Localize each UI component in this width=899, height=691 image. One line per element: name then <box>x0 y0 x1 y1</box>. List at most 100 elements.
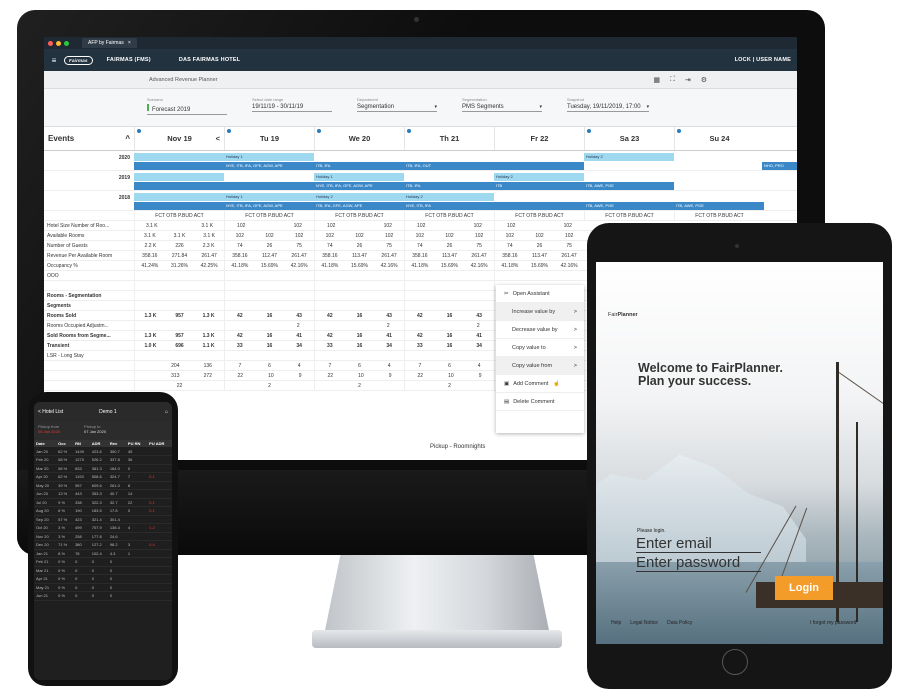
value-cell[interactable]: 3.1 K 3.1 K 3.1 K <box>134 231 224 240</box>
value-cell[interactable] <box>404 281 494 290</box>
event-band[interactable]: Holiday 1 <box>314 173 404 181</box>
event-band[interactable]: Holiday 2 <box>494 173 584 181</box>
value-cell[interactable]: 33 16 34 <box>404 341 494 350</box>
table-row[interactable]: Aug 20 6 % 190 183.5 17.8 0 0.1 <box>34 506 172 516</box>
day-header[interactable]: Sa 23 <box>584 127 674 150</box>
value-cell[interactable]: 102 102 <box>314 221 404 230</box>
event-band[interactable]: ITB, IFA, GFE, AGW, APE <box>314 202 404 210</box>
export-icon[interactable]: ⇥ <box>685 76 691 84</box>
value-cell[interactable] <box>224 281 314 290</box>
event-band[interactable] <box>134 193 224 201</box>
value-cell[interactable]: 41.18% 15.69% 42.16% <box>494 261 584 270</box>
value-cell[interactable]: 102 102 102 <box>314 231 404 240</box>
browser-tab[interactable]: AFP by Fairmas × <box>82 38 137 48</box>
value-cell[interactable]: 42 16 41 <box>314 331 404 340</box>
maximize-window-icon[interactable] <box>64 40 69 46</box>
column-header[interactable]: PU RN <box>125 440 148 447</box>
menu-item-copy-to[interactable]: Copy value to > <box>496 339 584 357</box>
value-cell[interactable] <box>134 281 224 290</box>
column-header[interactable]: Rev <box>107 440 126 447</box>
value-cell[interactable]: 358.16 113.47 261.47 <box>494 251 584 260</box>
day-header[interactable]: Nov 19 < <box>134 127 224 150</box>
table-row[interactable]: Mar 20 56 % 833 361.3 184.0 0 <box>34 464 172 473</box>
event-band[interactable] <box>494 162 584 170</box>
value-cell[interactable]: 74 26 75 <box>224 241 314 250</box>
event-band[interactable]: Holiday 2 <box>404 193 494 201</box>
value-cell[interactable] <box>494 271 584 280</box>
value-cell[interactable]: 22 <box>134 381 224 390</box>
value-cell[interactable]: 74 26 75 <box>494 241 584 250</box>
value-cell[interactable]: 42 16 43 <box>404 311 494 320</box>
column-header[interactable]: Date <box>34 440 57 447</box>
back-button[interactable]: < Hotel List <box>38 409 63 415</box>
value-cell[interactable]: 2.2 K 226 2.3 K <box>134 241 224 250</box>
value-cell[interactable]: 41.24% 31.26% 42.25% <box>134 261 224 270</box>
menu-icon[interactable]: ≡ <box>44 56 64 65</box>
menu-item-open-assistant[interactable]: ✂ Open Assistant <box>496 285 584 303</box>
table-row[interactable]: May 20 39 % 957 609.6 261.0 8 <box>34 481 172 490</box>
home-icon[interactable]: ⌂ <box>165 409 168 415</box>
value-cell[interactable] <box>404 351 494 360</box>
column-header[interactable]: RN <box>73 440 90 447</box>
chevron-left-icon[interactable]: < <box>216 134 220 143</box>
chevron-up-icon[interactable]: ^ <box>125 134 130 143</box>
event-band[interactable]: Holiday 1 <box>224 193 314 201</box>
event-band[interactable]: NYE, ITB, IFA, GFE, AGW, APE <box>224 202 314 210</box>
table-row[interactable]: Nov 20 3 % 258 177.8 24.6 <box>34 532 172 541</box>
event-band[interactable]: ITB, IFA, OUT <box>404 162 494 170</box>
value-cell[interactable]: 102 102 102 <box>224 231 314 240</box>
menu-item-delete-comment[interactable]: ▤ Delete Comment <box>496 393 584 411</box>
event-band[interactable]: ITB, IFA <box>314 162 404 170</box>
value-cell[interactable]: 204 136 <box>134 361 224 370</box>
event-band[interactable]: NYE, ITB, IFA, GFE, AGW, APE <box>224 162 314 170</box>
events-header[interactable]: Events ^ <box>44 127 134 150</box>
value-cell[interactable]: 7 6 4 <box>404 361 494 370</box>
value-cell[interactable] <box>224 351 314 360</box>
value-cell[interactable] <box>134 351 224 360</box>
event-band[interactable]: NHO, PRO <box>762 162 797 170</box>
value-cell[interactable]: 102 102 <box>404 221 494 230</box>
value-cell[interactable] <box>314 351 404 360</box>
value-cell[interactable]: 1.3 K 957 1.3 K <box>134 311 224 320</box>
table-row[interactable]: Jun 20 13 % 443 353.3 40.7 14 <box>34 489 172 499</box>
table-row[interactable]: Oct 20 3 % 499 707.9 138.4 4 1.2 <box>34 523 172 533</box>
value-cell[interactable]: 2 <box>224 381 314 390</box>
value-cell[interactable]: 7 6 4 <box>314 361 404 370</box>
pickup-range[interactable]: Pickup from 06 Jan 2020 Pickup to 07 Jan 2… <box>34 422 172 440</box>
value-cell[interactable]: 42 16 43 <box>314 311 404 320</box>
day-header[interactable]: We 20 <box>314 127 404 150</box>
table-row[interactable]: Feb 21 0 % 0 0 0 <box>34 557 172 567</box>
column-header[interactable]: Occ <box>56 440 74 447</box>
value-cell[interactable] <box>404 301 494 310</box>
menu-item-increase[interactable]: Increase value by > <box>496 303 584 321</box>
event-band[interactable]: ITB, AWE, PGE <box>584 182 674 190</box>
value-cell[interactable] <box>224 301 314 310</box>
value-cell[interactable] <box>404 291 494 300</box>
event-band[interactable]: ITB, AWE, PGE <box>584 202 674 210</box>
table-row[interactable]: Apr 20 62 % 1193 508.6 324.7 7 0.1 <box>34 472 172 482</box>
event-band[interactable]: Holiday 1 <box>224 153 314 161</box>
value-cell[interactable]: 22 10 9 <box>314 371 404 380</box>
event-band[interactable]: NYE, ITB, IFA <box>404 202 494 210</box>
event-band[interactable] <box>134 153 224 161</box>
value-cell[interactable]: 358.16 112.47 261.47 <box>224 251 314 260</box>
forgot-password-link[interactable]: I forgot my password <box>810 620 856 626</box>
menu-item-add-comment[interactable]: ▣ Add Comment ☝ <box>496 375 584 393</box>
event-band[interactable] <box>494 202 584 210</box>
value-cell[interactable]: 22 10 9 <box>224 371 314 380</box>
value-cell[interactable]: 358.16 113.47 261.47 <box>314 251 404 260</box>
value-cell[interactable] <box>134 321 224 330</box>
value-cell[interactable]: 33 16 34 <box>224 341 314 350</box>
value-cell[interactable]: 102 102 102 <box>494 231 584 240</box>
date-range-filter[interactable]: Select date range 19/11/19 - 30/11/19 <box>252 97 332 126</box>
event-band[interactable] <box>134 162 224 170</box>
event-band[interactable]: ITB, IFA <box>404 182 494 190</box>
event-band[interactable]: ITB <box>494 182 584 190</box>
value-cell[interactable]: 42 16 43 <box>224 311 314 320</box>
table-row[interactable]: Apr 21 0 % 0 0 0 <box>34 574 172 584</box>
table-row[interactable]: Jul 20 9 % 338 322.3 32.7 22 0.1 <box>34 498 172 507</box>
value-cell[interactable]: 33 16 34 <box>314 341 404 350</box>
value-cell[interactable] <box>134 301 224 310</box>
table-row[interactable]: Dec 20 71 % 380 127.2 98.2 3 0.4 <box>34 540 172 550</box>
table-row[interactable]: Sep 20 57 % 423 321.4 301.4 <box>34 515 172 524</box>
